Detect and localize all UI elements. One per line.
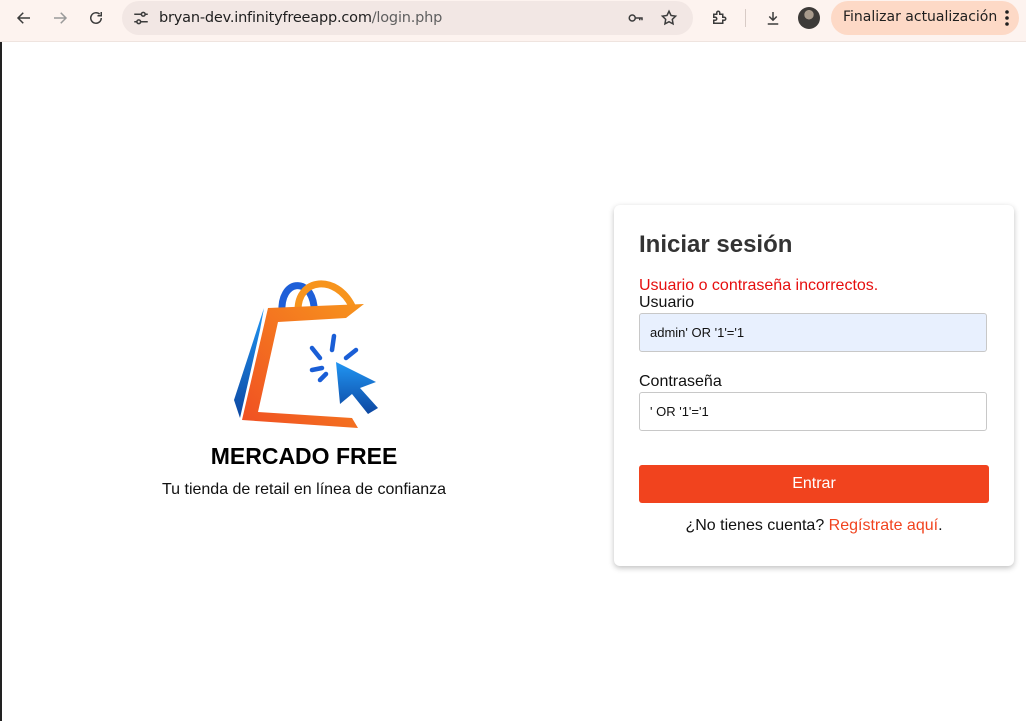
signup-prompt: ¿No tienes cuenta? Regístrate aquí.: [614, 517, 1014, 535]
reload-button[interactable]: [83, 5, 109, 31]
signup-link[interactable]: Regístrate aquí: [829, 517, 938, 534]
reload-icon: [90, 12, 102, 24]
url-host: bryan-dev.infinityfreeapp.com: [159, 10, 372, 26]
tune-icon[interactable]: [132, 9, 150, 27]
page-left-border: [0, 42, 2, 721]
brand-name: MERCADO FREE: [210, 443, 398, 469]
toolbar-divider: [745, 9, 746, 27]
address-bar[interactable]: bryan-dev.infinityfreeapp.com/login.php: [122, 1, 693, 35]
url-path: /login.php: [371, 10, 443, 26]
login-submit-button[interactable]: Entrar: [639, 465, 989, 503]
login-error-message: Usuario o contraseña incorrectos.: [639, 277, 879, 294]
profile-avatar[interactable]: [798, 7, 820, 29]
puzzle-icon: [713, 10, 727, 24]
star-icon[interactable]: [660, 9, 678, 27]
brand-tagline: Tu tienda de retail en línea de confianz…: [161, 481, 447, 498]
extensions-button[interactable]: [706, 5, 732, 31]
back-button[interactable]: [11, 5, 37, 31]
signup-prompt-text: ¿No tienes cuenta?: [685, 517, 825, 534]
url-text: bryan-dev.infinityfreeapp.com/login.php: [159, 10, 442, 26]
more-vertical-icon: [1005, 10, 1009, 26]
shopping-bag-logo-icon: [234, 280, 378, 428]
login-card: Iniciar sesión Usuario o contraseña inco…: [614, 205, 1014, 566]
username-label: Usuario: [639, 294, 695, 311]
arrow-left-icon: [16, 12, 30, 24]
update-label: Finalizar actualización: [843, 9, 998, 25]
key-icon[interactable]: [627, 9, 645, 27]
forward-button[interactable]: [47, 5, 73, 31]
username-input[interactable]: admin' OR '1'='1: [639, 313, 987, 352]
arrow-right-icon: [54, 12, 68, 24]
password-label: Contraseña: [639, 373, 722, 390]
signup-suffix: .: [938, 517, 943, 534]
download-icon: [767, 12, 779, 25]
password-input[interactable]: ' OR '1'='1: [639, 392, 987, 431]
browser-toolbar: bryan-dev.infinityfreeapp.com/login.php …: [0, 0, 1026, 42]
downloads-button[interactable]: [760, 5, 786, 31]
login-title: Iniciar sesión: [639, 231, 793, 258]
update-button[interactable]: Finalizar actualización: [831, 1, 1019, 35]
